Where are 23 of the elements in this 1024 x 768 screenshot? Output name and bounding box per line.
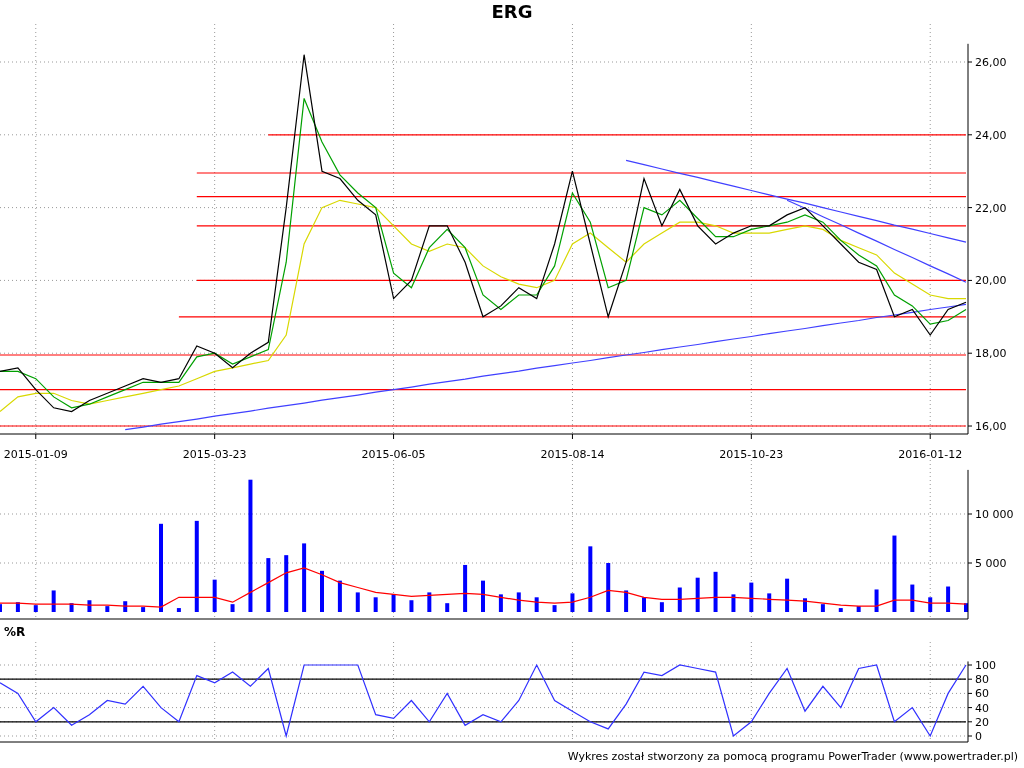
axis-label: 22,00 [975,201,1007,215]
axis-label: 60 [975,687,989,701]
axis-label: 80 [975,673,989,687]
axis-label: 2015-10-23 [719,448,784,461]
axis-label: 16,00 [975,420,1007,433]
axis-label: 2016-01-12 [898,448,963,461]
axis-label: 26,00 [975,56,1007,69]
axis-label: 18,00 [975,347,1007,361]
axis-label: 20,00 [975,274,1007,288]
axis-label: 20 [975,715,989,729]
indicator-label: %R [4,625,26,639]
axis-label: 2015-06-05 [361,448,426,461]
axis-label: 5 000 [975,557,1007,570]
axis-label: 2015-08-14 [540,448,605,461]
footer-credit: Wykres został stworzony za pomocą programu PowerTrader (www.powertrader.pl) [567,750,1018,763]
axis-label: 10 000 [975,508,1014,521]
axis-label: 100 [975,659,996,672]
axis-label: 40 [975,701,989,715]
axis-label: 2015-03-23 [182,448,247,461]
axis-label: 24,00 [975,128,1007,142]
chart-title: ERG [491,0,533,24]
axis-label: 2015-01-09 [3,448,68,461]
axis-label: 0 [975,730,982,743]
